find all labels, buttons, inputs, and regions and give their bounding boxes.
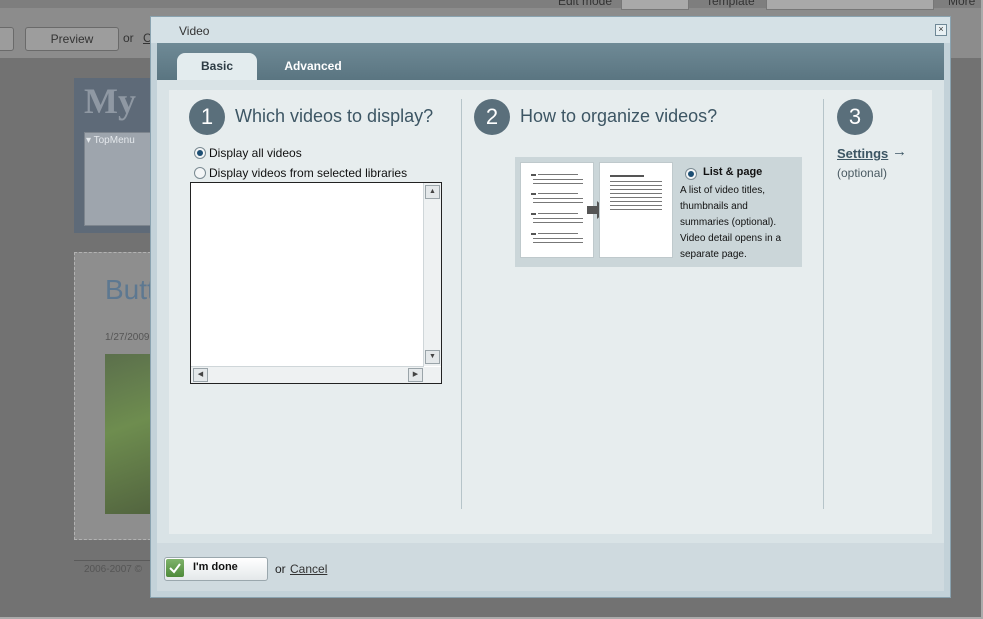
column-divider-2: [823, 99, 824, 509]
library-list[interactable]: ▲ ▼ ◀ ▶: [190, 182, 442, 384]
edit-mode-label: Edit mode: [558, 0, 613, 8]
top-menu-label[interactable]: ▾ TopMenu: [86, 135, 135, 146]
video-dialog: Video × Basic Advanced 1 Which videos to…: [150, 16, 951, 598]
display-all-videos-label[interactable]: Display all videos: [209, 146, 302, 160]
list-and-page-description: A list of video titles, thumbnails and s…: [680, 185, 782, 260]
site-logo: My: [84, 81, 136, 121]
step-1-badge: 1: [189, 99, 225, 135]
background-or-text: or: [123, 31, 134, 45]
close-icon[interactable]: ×: [935, 24, 947, 36]
step-3-badge: 3: [837, 99, 873, 135]
template-select[interactable]: [766, 0, 934, 10]
settings-link[interactable]: Settings: [837, 146, 888, 161]
list-and-page-label[interactable]: List & page: [703, 166, 762, 178]
tab-advanced[interactable]: Advanced: [273, 53, 353, 80]
post-image: [105, 354, 154, 514]
scroll-down-icon[interactable]: ▼: [425, 350, 440, 364]
scroll-right-icon[interactable]: ▶: [408, 368, 423, 382]
template-label: Template: [706, 0, 755, 8]
step-2-badge: 2: [474, 99, 510, 135]
list-thumbnail-icon: [520, 162, 594, 258]
dialog-title: Video: [179, 24, 210, 38]
step-2-title: How to organize videos?: [520, 106, 718, 126]
radio-display-all-videos[interactable]: [194, 147, 206, 159]
top-menu-box: [84, 132, 156, 226]
arrow-right-icon: →: [892, 143, 907, 160]
page-thumbnail-icon: [599, 162, 673, 258]
post-title: Butt: [105, 274, 155, 305]
vertical-scrollbar[interactable]: ▲ ▼: [423, 183, 441, 366]
settings-optional-note: (optional): [837, 166, 888, 180]
tab-basic[interactable]: Basic: [177, 53, 257, 80]
preview-button[interactable]: Preview: [25, 27, 119, 51]
edit-mode-select[interactable]: [621, 0, 689, 10]
footer-or-text: or: [275, 562, 286, 576]
radio-list-and-page[interactable]: [685, 168, 697, 180]
scroll-corner: [424, 367, 441, 383]
scroll-left-icon[interactable]: ◀: [193, 368, 208, 382]
background-left-button[interactable]: [0, 27, 14, 51]
cancel-link[interactable]: Cancel: [290, 562, 327, 576]
post-date: 1/27/2009: [105, 332, 150, 343]
display-selected-libraries-label[interactable]: Display videos from selected libraries: [209, 166, 407, 180]
more-link[interactable]: More: [948, 0, 975, 8]
done-button-label: I'm done: [193, 561, 238, 573]
site-footer: 2006-2007 ©: [84, 564, 142, 575]
done-button[interactable]: I'm done: [164, 557, 268, 581]
checkmark-icon: [166, 559, 184, 577]
radio-display-selected-libraries[interactable]: [194, 167, 206, 179]
dialog-titlebar: [151, 17, 950, 43]
column-divider-1: [461, 99, 462, 509]
step-1-title: Which videos to display?: [235, 106, 434, 126]
horizontal-scrollbar[interactable]: ◀ ▶: [191, 366, 424, 383]
scroll-up-icon[interactable]: ▲: [425, 185, 440, 199]
footer-divider: [74, 560, 154, 561]
organize-option-list-and-page[interactable]: List & page A list of video titles, thum…: [515, 157, 802, 267]
